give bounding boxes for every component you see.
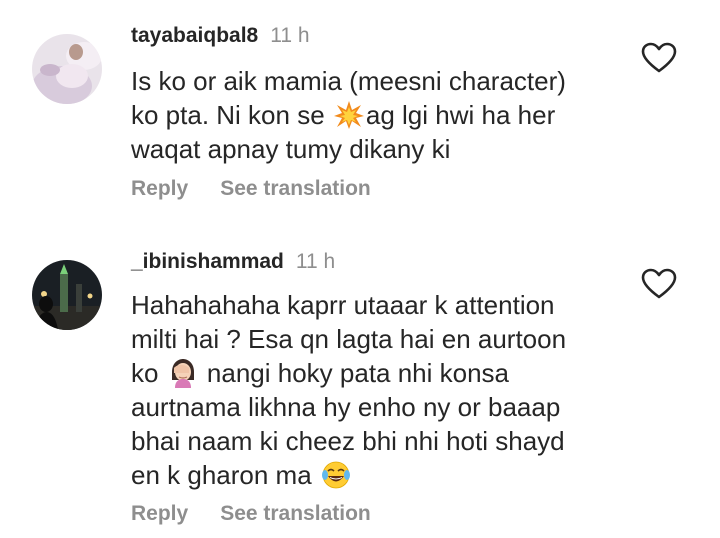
comment-meta: _ibinishammad 11 h (131, 250, 335, 274)
reply-button[interactable]: Reply (131, 502, 188, 525)
timestamp: 11 h (270, 24, 310, 47)
comment-meta: tayabaiqbal8 11 h (131, 24, 310, 48)
see-translation-button[interactable]: See translation (220, 177, 371, 200)
comment-actions: Reply See translation (131, 177, 371, 201)
username[interactable]: _ibinishammad (131, 250, 284, 273)
comment-text: Hahahahaha kaprr utaaar k attention milt… (131, 288, 631, 492)
collision-emoji (333, 101, 364, 129)
heart-outline-icon[interactable] (641, 42, 677, 74)
avatar[interactable] (32, 34, 102, 104)
comment-line: Hahahahaha kaprr utaaar k attention (131, 290, 555, 320)
comment-line: ag lgi hwi ha her (365, 100, 556, 130)
comment-line: en k gharon ma (131, 460, 319, 490)
comment-line: aurtnama likhna hy enho ny or baaap (131, 392, 561, 422)
heart-outline-icon[interactable] (641, 268, 677, 300)
comment-line: Is ko or aik mamia (meesni character) (131, 66, 566, 96)
see-translation-button[interactable]: See translation (220, 502, 371, 525)
comment-item: _ibinishammad 11 h Hahahahaha kaprr utaaa… (0, 215, 720, 538)
comment-actions: Reply See translation (131, 502, 371, 526)
comment-line: ko (131, 358, 166, 388)
face-with-tears-of-joy-emoji (321, 461, 350, 489)
comment-line: waqat apnay tumy dikany ki (131, 134, 451, 164)
comment-line: ko pta. Ni kon se (131, 100, 332, 130)
timestamp: 11 h (295, 250, 336, 273)
avatar-image (32, 34, 102, 104)
comment-item: tayabaiqbal8 11 h Is ko or aik mamia (mee… (0, 0, 720, 215)
reply-button[interactable]: Reply (131, 177, 188, 200)
avatar[interactable] (32, 260, 102, 330)
comment-line: bhai naam ki cheez bhi nhi hoti shayd (131, 426, 565, 456)
username[interactable]: tayabaiqbal8 (131, 24, 258, 47)
woman-facepalming-emoji (171, 359, 194, 388)
comment-line: milti hai ? Esa qn lagta hai en aurtoon (131, 324, 567, 354)
avatar-image (32, 260, 102, 330)
comment-line: nangi hoky pata nhi konsa (199, 358, 510, 388)
comment-text: Is ko or aik mamia (meesni character) ko… (131, 64, 631, 166)
